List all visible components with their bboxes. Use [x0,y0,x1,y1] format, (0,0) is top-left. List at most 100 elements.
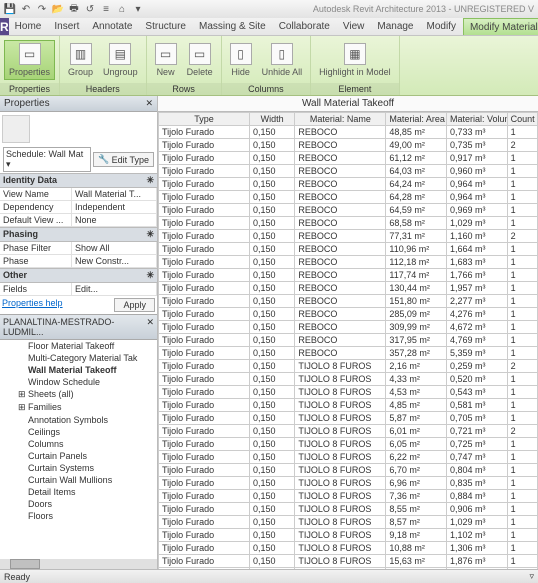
tree-node[interactable]: Detail Items [0,486,157,498]
table-row[interactable]: Tijolo Furado0,150REBOCO64,24 m²0,964 m³… [159,178,538,191]
table-cell[interactable]: Tijolo Furado [159,217,250,230]
table-cell[interactable]: 0,150 [249,386,294,399]
table-cell[interactable]: REBOCO [295,243,386,256]
tree-node[interactable]: Floors [0,510,157,522]
table-cell[interactable]: 1 [507,542,537,555]
table-cell[interactable]: 0,150 [249,282,294,295]
new-button[interactable]: ▭New [151,41,181,79]
table-cell[interactable]: 0,150 [249,217,294,230]
table-cell[interactable]: 151,80 m² [386,295,447,308]
table-cell[interactable]: 117,74 m² [386,269,447,282]
table-cell[interactable]: 1,160 m³ [447,230,508,243]
table-cell[interactable]: 0,960 m³ [447,165,508,178]
table-row[interactable]: Tijolo Furado0,150TIJOLO 8 FUROS4,53 m²0… [159,386,538,399]
table-cell[interactable]: 110,96 m² [386,243,447,256]
table-cell[interactable]: Tijolo Furado [159,412,250,425]
table-row[interactable]: Tijolo Furado0,150REBOCO64,28 m²0,964 m³… [159,191,538,204]
table-cell[interactable]: 10,88 m² [386,542,447,555]
table-cell[interactable]: Tijolo Furado [159,399,250,412]
unhide-all-button[interactable]: ▯Unhide All [258,41,307,79]
table-cell[interactable]: Tijolo Furado [159,165,250,178]
table-row[interactable]: Tijolo Furado0,150TIJOLO 8 FUROS4,33 m²0… [159,373,538,386]
table-row[interactable]: Tijolo Furado0,150REBOCO117,74 m²1,766 m… [159,269,538,282]
property-value[interactable]: Independent [72,201,157,214]
table-row[interactable]: Tijolo Furado0,150TIJOLO 8 FUROS5,87 m²0… [159,412,538,425]
table-cell[interactable]: Tijolo Furado [159,256,250,269]
table-cell[interactable]: 1 [507,516,537,529]
table-cell[interactable]: 1 [507,529,537,542]
ribbon-tab-modify-material-takeoff[interactable]: Modify Material Takeoff [463,18,538,35]
table-row[interactable]: Tijolo Furado0,150REBOCO61,12 m²0,917 m³… [159,152,538,165]
table-cell[interactable]: Tijolo Furado [159,529,250,542]
table-cell[interactable]: 48,85 m² [386,126,447,139]
table-row[interactable]: Tijolo Furado0,150REBOCO357,28 m²5,359 m… [159,347,538,360]
table-cell[interactable]: TIJOLO 8 FUROS [295,503,386,516]
table-cell[interactable]: 2 [507,360,537,373]
table-cell[interactable]: 0,150 [249,555,294,568]
ribbon-tab-view[interactable]: View [337,18,372,35]
table-cell[interactable]: 0,721 m³ [447,425,508,438]
table-cell[interactable]: 1 [507,126,537,139]
table-row[interactable]: Tijolo Furado0,150REBOCO48,85 m²0,733 m³… [159,126,538,139]
table-row[interactable]: Tijolo Furado0,150REBOCO68,58 m²1,029 m³… [159,217,538,230]
table-cell[interactable]: 0,150 [249,529,294,542]
table-cell[interactable]: REBOCO [295,204,386,217]
tree-node[interactable]: Curtain Panels [0,450,157,462]
table-row[interactable]: Tijolo Furado0,150TIJOLO 8 FUROS16,37 m²… [159,568,538,570]
table-cell[interactable]: 0,150 [249,412,294,425]
table-cell[interactable]: 0,150 [249,360,294,373]
table-cell[interactable]: 0,150 [249,308,294,321]
table-cell[interactable]: 1 [507,412,537,425]
table-cell[interactable]: 8,55 m² [386,503,447,516]
table-cell[interactable]: 6,05 m² [386,438,447,451]
table-cell[interactable]: TIJOLO 8 FUROS [295,412,386,425]
project-browser[interactable]: Floor Material TakeoffMulti-Category Mat… [0,340,157,559]
table-cell[interactable]: Tijolo Furado [159,425,250,438]
table-cell[interactable]: 0,150 [249,243,294,256]
delete-button[interactable]: ▭Delete [183,41,217,79]
table-cell[interactable]: Tijolo Furado [159,542,250,555]
table-cell[interactable]: 1 [507,347,537,360]
table-cell[interactable]: REBOCO [295,230,386,243]
tree-node[interactable]: ⊞ Families [0,401,157,414]
table-cell[interactable]: 0,150 [249,269,294,282]
table-cell[interactable]: 0,150 [249,516,294,529]
table-cell[interactable]: 1 [507,308,537,321]
table-cell[interactable]: 309,99 m² [386,321,447,334]
ribbon-tab-insert[interactable]: Insert [48,18,86,35]
table-cell[interactable]: REBOCO [295,217,386,230]
table-cell[interactable]: 0,964 m³ [447,191,508,204]
property-value[interactable]: Show All [72,242,157,255]
table-cell[interactable]: 0,520 m³ [447,373,508,386]
table-row[interactable]: Tijolo Furado0,150TIJOLO 8 FUROS9,18 m²1… [159,529,538,542]
print-icon[interactable]: 🖶 [68,3,80,15]
table-cell[interactable]: 64,28 m² [386,191,447,204]
property-value[interactable]: Wall Material T... [72,188,157,201]
table-cell[interactable]: 0,150 [249,425,294,438]
table-cell[interactable]: TIJOLO 8 FUROS [295,542,386,555]
table-cell[interactable]: 61,12 m² [386,152,447,165]
table-cell[interactable]: REBOCO [295,269,386,282]
app-menu-icon[interactable]: R [0,18,9,35]
table-cell[interactable]: Tijolo Furado [159,126,250,139]
table-row[interactable]: Tijolo Furado0,150REBOCO151,80 m²2,277 m… [159,295,538,308]
table-cell[interactable]: REBOCO [295,321,386,334]
table-cell[interactable]: 1,306 m³ [447,542,508,555]
table-cell[interactable]: 0,150 [249,477,294,490]
save-icon[interactable]: 💾 [4,3,16,15]
sync-icon[interactable]: ↺ [84,3,96,15]
table-cell[interactable]: 77,31 m² [386,230,447,243]
tree-node[interactable]: ⊞ Sheets (all) [0,388,157,401]
table-cell[interactable]: 0,259 m³ [447,360,508,373]
table-row[interactable]: Tijolo Furado0,150REBOCO49,00 m²0,735 m³… [159,139,538,152]
table-cell[interactable]: 0,150 [249,451,294,464]
table-cell[interactable]: REBOCO [295,191,386,204]
table-cell[interactable]: Tijolo Furado [159,152,250,165]
filter-icon[interactable]: ▿ [529,571,534,582]
ribbon-tab-structure[interactable]: Structure [139,18,193,35]
table-cell[interactable]: 1 [507,438,537,451]
property-value[interactable]: None [72,214,157,227]
table-cell[interactable]: 1,766 m³ [447,269,508,282]
table-cell[interactable]: 1 [507,555,537,568]
table-cell[interactable]: REBOCO [295,178,386,191]
